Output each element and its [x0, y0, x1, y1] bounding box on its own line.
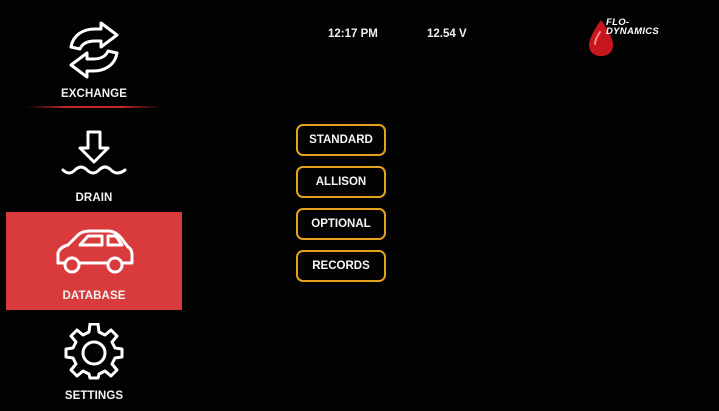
- sidebar-item-label: EXCHANGE: [61, 88, 127, 100]
- sidebar-item-label: DATABASE: [62, 290, 126, 302]
- divider: [26, 106, 162, 108]
- logo-text-line2: DYNAMICS: [606, 26, 660, 37]
- flo-dynamics-logo: FLO- DYNAMICS: [586, 14, 692, 60]
- optional-button[interactable]: OPTIONAL: [296, 208, 386, 240]
- sidebar-item-drain[interactable]: DRAIN: [6, 114, 182, 212]
- sidebar-item-exchange[interactable]: EXCHANGE: [6, 10, 182, 108]
- sidebar-item-label: DRAIN: [75, 192, 113, 204]
- exchange-arrows-icon: [61, 20, 127, 80]
- gear-icon: [64, 322, 124, 382]
- battery-voltage: 12.54 V: [427, 28, 467, 40]
- sidebar-item-settings[interactable]: SETTINGS: [6, 312, 182, 410]
- logo-text: FLO- DYNAMICS: [606, 18, 660, 37]
- drain-arrow-icon: [59, 124, 129, 184]
- touch-screen: EXCHANGE DRAIN DATABASE SETTINGS 12:17 P…: [0, 0, 719, 411]
- sidebar-item-database[interactable]: DATABASE: [6, 212, 182, 310]
- sidebar-item-label: SETTINGS: [64, 390, 124, 402]
- allison-button[interactable]: ALLISON: [296, 166, 386, 198]
- car-icon: [52, 222, 136, 282]
- records-button[interactable]: RECORDS: [296, 250, 386, 282]
- standard-button[interactable]: STANDARD: [296, 124, 386, 156]
- sidebar: EXCHANGE DRAIN DATABASE SETTINGS: [6, 10, 182, 411]
- clock-time: 12:17 PM: [328, 28, 378, 40]
